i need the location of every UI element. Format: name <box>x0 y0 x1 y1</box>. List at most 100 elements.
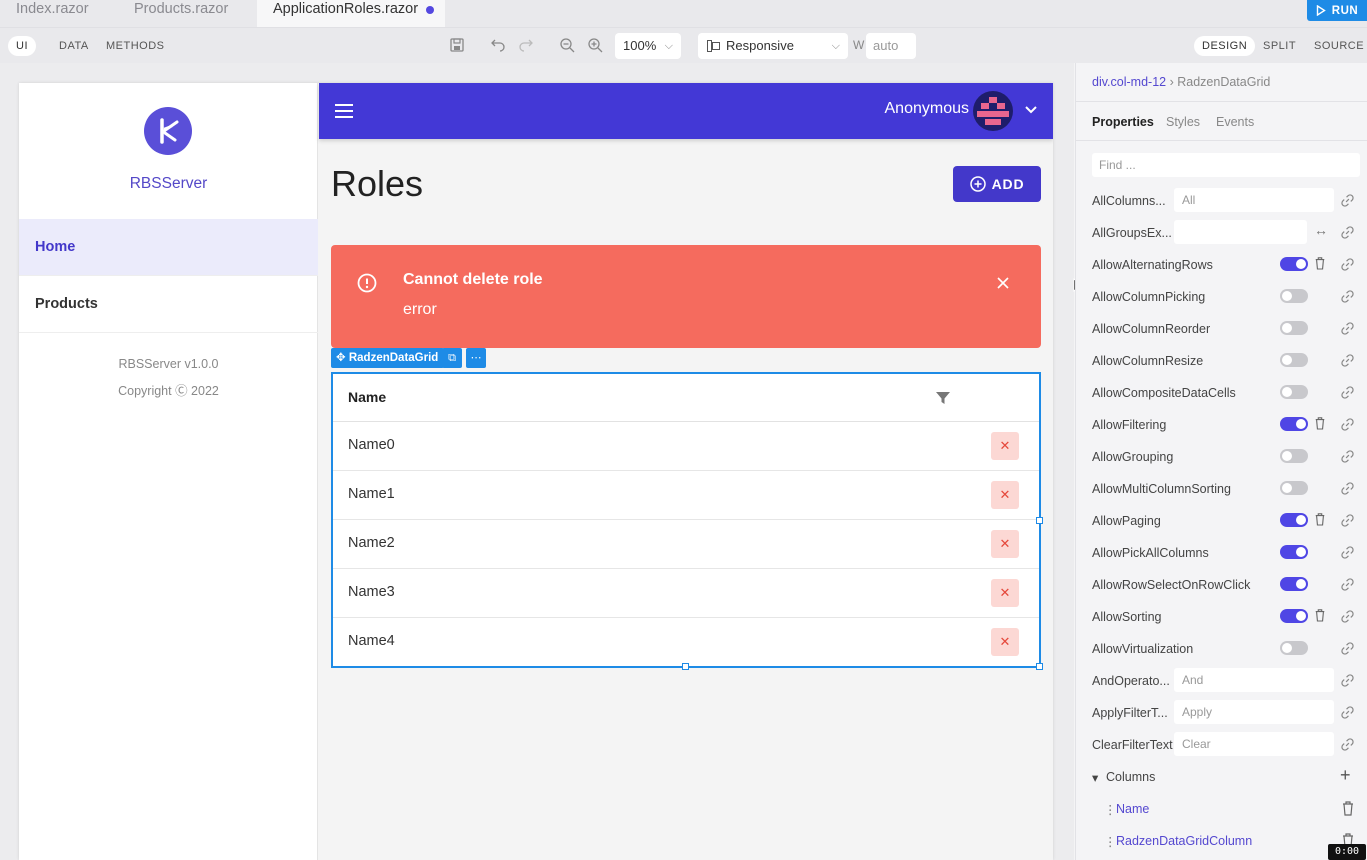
property-toggle[interactable] <box>1280 513 1308 527</box>
resize-handle-bottom[interactable] <box>682 663 689 670</box>
nav-item-products[interactable]: Products <box>19 276 318 333</box>
delete-button[interactable]: ✕ <box>991 432 1019 460</box>
delete-button[interactable]: ✕ <box>991 530 1019 558</box>
property-toggle[interactable] <box>1280 481 1308 495</box>
property-input[interactable]: All <box>1174 188 1334 212</box>
bind-link-icon[interactable] <box>1340 193 1356 209</box>
delete-button[interactable]: ✕ <box>991 628 1019 656</box>
filter-icon[interactable] <box>935 390 951 406</box>
tab-index-razor[interactable]: Index.razor <box>0 0 118 27</box>
avatar[interactable] <box>973 91 1013 131</box>
data-grid[interactable]: Name Name0 ✕ Name1 ✕ Name2 ✕ Name3 ✕ Name4 ✕ <box>331 372 1041 668</box>
column-header-name[interactable]: Name <box>348 389 386 405</box>
table-row[interactable]: Name4 ✕ <box>333 618 1039 667</box>
column-item-label[interactable]: Name <box>1116 802 1149 816</box>
property-toggle[interactable] <box>1280 577 1308 591</box>
redo-icon[interactable] <box>517 37 535 55</box>
bind-link-icon[interactable] <box>1340 609 1356 625</box>
trash-icon[interactable] <box>1314 512 1328 528</box>
trash-icon[interactable] <box>1314 416 1328 432</box>
property-toggle[interactable] <box>1280 385 1308 399</box>
view-source[interactable]: SOURCE <box>1306 36 1367 56</box>
table-row[interactable]: Name0 ✕ <box>333 422 1039 471</box>
nav-item-home[interactable]: Home <box>19 219 318 276</box>
breadcrumb-parent[interactable]: div.col-md-12 <box>1092 75 1166 89</box>
component-selection-tag[interactable]: ✥ RadzenDataGrid <box>331 348 445 368</box>
property-toggle[interactable] <box>1280 353 1308 367</box>
delete-button[interactable]: ✕ <box>991 579 1019 607</box>
property-toggle[interactable] <box>1280 609 1308 623</box>
drag-handle-icon[interactable]: ⋮ <box>1104 802 1117 817</box>
bind-link-icon[interactable] <box>1340 289 1356 305</box>
bind-link-icon[interactable] <box>1340 481 1356 497</box>
property-input[interactable] <box>1174 220 1307 244</box>
columns-section[interactable]: ▾ Columns + <box>1076 761 1367 793</box>
select-parent-icon[interactable]: ⧉ <box>442 348 462 368</box>
bind-link-icon[interactable] <box>1340 673 1356 689</box>
bind-link-icon[interactable] <box>1340 737 1356 753</box>
table-row[interactable]: Name3 ✕ <box>333 569 1039 618</box>
bind-link-icon[interactable] <box>1340 705 1356 721</box>
property-search-input[interactable]: Find ... <box>1092 153 1360 177</box>
bind-link-icon[interactable] <box>1340 225 1356 241</box>
trash-icon[interactable] <box>1314 608 1328 624</box>
bind-link-icon[interactable] <box>1340 449 1356 465</box>
expand-arrows-icon[interactable]: ↔ <box>1314 222 1328 238</box>
bind-link-icon[interactable] <box>1340 321 1356 337</box>
tab-styles[interactable]: Styles <box>1166 115 1200 129</box>
add-column-icon[interactable]: + <box>1340 765 1356 785</box>
property-toggle[interactable] <box>1280 545 1308 559</box>
undo-icon[interactable] <box>489 37 507 55</box>
property-input[interactable]: Apply <box>1174 700 1334 724</box>
zoom-in-icon[interactable] <box>586 37 604 55</box>
trash-icon[interactable] <box>1341 800 1355 816</box>
chevron-down-icon[interactable] <box>1025 101 1037 117</box>
table-row[interactable]: Name1 ✕ <box>333 471 1039 520</box>
tab-application-roles-razor[interactable]: ApplicationRoles.razor <box>257 0 445 27</box>
tab-properties[interactable]: Properties <box>1092 115 1154 129</box>
run-button[interactable]: RUN <box>1307 0 1367 21</box>
width-input[interactable]: auto <box>866 33 916 59</box>
close-icon[interactable] <box>997 273 1009 294</box>
property-toggle[interactable] <box>1280 449 1308 463</box>
tab-events[interactable]: Events <box>1216 115 1254 129</box>
property-toggle[interactable] <box>1280 321 1308 335</box>
property-toggle[interactable] <box>1280 257 1308 271</box>
property-input[interactable]: Clear <box>1174 732 1334 756</box>
bind-link-icon[interactable] <box>1340 545 1356 561</box>
add-button[interactable]: ADD <box>953 166 1041 202</box>
zoom-out-icon[interactable] <box>558 37 576 55</box>
view-split[interactable]: SPLIT <box>1255 36 1304 56</box>
trash-icon[interactable] <box>1314 256 1328 272</box>
bind-link-icon[interactable] <box>1340 513 1356 529</box>
bind-link-icon[interactable] <box>1340 257 1356 273</box>
save-icon[interactable] <box>448 37 466 55</box>
bind-link-icon[interactable] <box>1340 577 1356 593</box>
table-row[interactable]: Name2 ✕ <box>333 520 1039 569</box>
column-item-label[interactable]: RadzenDataGridColumn <box>1116 834 1252 848</box>
mode-methods[interactable]: METHODS <box>98 36 173 56</box>
zoom-select[interactable]: 100% ⌵ <box>615 33 681 59</box>
resize-handle-right[interactable] <box>1036 517 1043 524</box>
column-item[interactable]: ⋮ Name <box>1076 793 1367 825</box>
column-item[interactable]: ⋮ RadzenDataGridColumn <box>1076 825 1367 857</box>
property-input[interactable]: And <box>1174 668 1334 692</box>
delete-button[interactable]: ✕ <box>991 481 1019 509</box>
mode-ui[interactable]: UI <box>8 36 36 56</box>
bind-link-icon[interactable] <box>1340 385 1356 401</box>
drag-handle-icon[interactable]: ⋮ <box>1104 834 1117 849</box>
resize-handle-corner[interactable] <box>1036 663 1043 670</box>
bind-link-icon[interactable] <box>1340 353 1356 369</box>
menu-icon[interactable] <box>335 104 353 118</box>
bind-link-icon[interactable] <box>1340 641 1356 657</box>
property-toggle[interactable] <box>1280 641 1308 655</box>
bind-link-icon[interactable] <box>1340 417 1356 433</box>
mode-data[interactable]: DATA <box>51 36 97 56</box>
property-toggle[interactable] <box>1280 417 1308 431</box>
more-options-icon[interactable]: ⋯ <box>466 348 486 368</box>
tab-products-razor[interactable]: Products.razor <box>118 0 257 27</box>
viewport-select[interactable]: Responsive ⌵ <box>698 33 848 59</box>
property-toggle[interactable] <box>1280 289 1308 303</box>
user-name[interactable]: Anonymous <box>885 100 970 118</box>
view-design[interactable]: DESIGN <box>1194 36 1256 56</box>
